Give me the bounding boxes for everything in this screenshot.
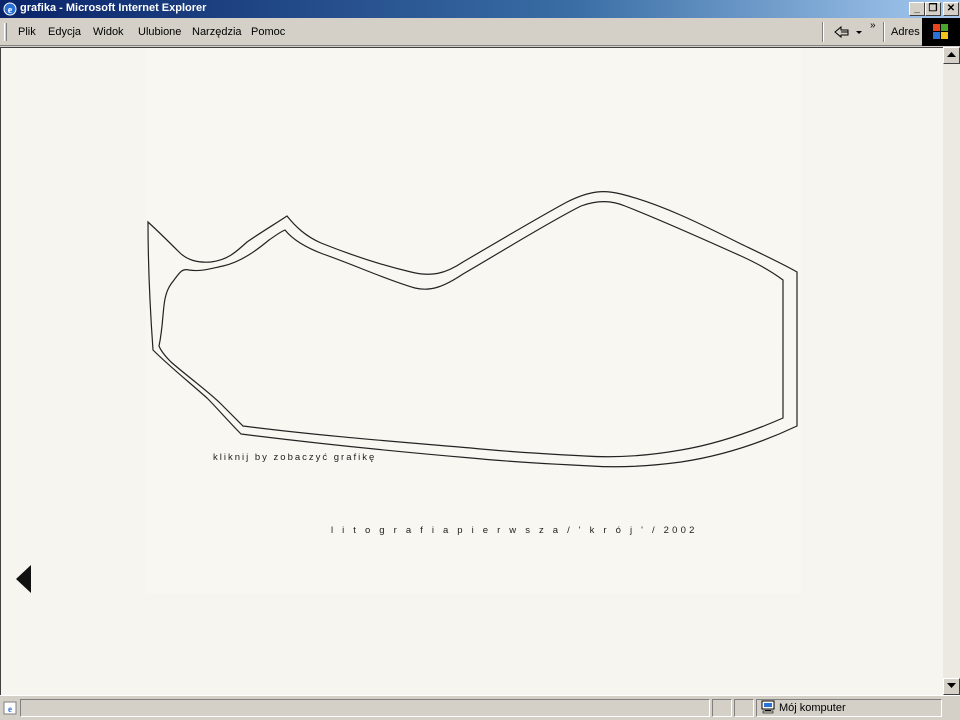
toolbar-overflow-chevron[interactable]: » [870,20,876,31]
menu-edit[interactable]: Edycja [48,26,81,38]
toolbar-separator [883,22,885,42]
maximize-button[interactable]: ❐ [925,2,941,16]
status-lock-pane [734,699,754,717]
svg-text:e: e [8,5,13,16]
menu-bar: Plik Edycja Widok Ulubione Narzędzia Pom… [0,18,960,46]
scroll-up-icon [947,52,956,57]
close-button[interactable]: ✕ [943,2,959,16]
minimize-button[interactable]: _ [909,2,925,16]
menu-view[interactable]: Widok [93,26,124,38]
menu-file[interactable]: Plik [18,26,36,38]
status-text-pane [20,699,710,717]
vertical-scrollbar[interactable] [943,47,960,695]
scroll-down-button[interactable] [943,678,960,695]
scroll-up-button[interactable] [943,47,960,64]
outline-inner [158,200,784,458]
ie-app-icon: e [3,2,17,16]
page-content: kliknij by zobaczyć grafikę l i t o g r … [0,47,943,695]
dropdown-arrow-icon [856,31,862,34]
computer-icon [761,700,775,714]
scroll-down-icon [947,683,956,688]
toolbar-grip[interactable] [4,23,7,41]
windows-logo-icon [922,18,960,46]
left-arrow-icon[interactable] [15,565,33,593]
address-label[interactable]: Adres [891,26,920,38]
menu-tools[interactable]: Narzędzia [192,26,242,38]
title-bar: e grafika - Microsoft Internet Explorer … [0,0,960,18]
outline-outer [147,191,798,468]
window-title: grafika - Microsoft Internet Explorer [20,2,207,14]
status-progress-pane [712,699,732,717]
status-bar: e Mój komputer [0,695,960,720]
back-button[interactable] [832,24,868,40]
menu-help[interactable]: Pomoc [251,26,285,38]
lithograph-outline[interactable] [1,48,943,695]
menu-favorites[interactable]: Ulubione [138,26,181,38]
toolbar-separator [822,22,824,42]
svg-text:e: e [8,704,12,714]
view-artwork-link[interactable]: kliknij by zobaczyć grafikę [213,452,376,463]
page-status-icon: e [3,701,17,715]
artwork-caption: l i t o g r a f i a p i e r w s z a / ' … [331,525,698,536]
zone-label: Mój komputer [779,702,846,714]
back-arrow-icon [834,25,849,39]
